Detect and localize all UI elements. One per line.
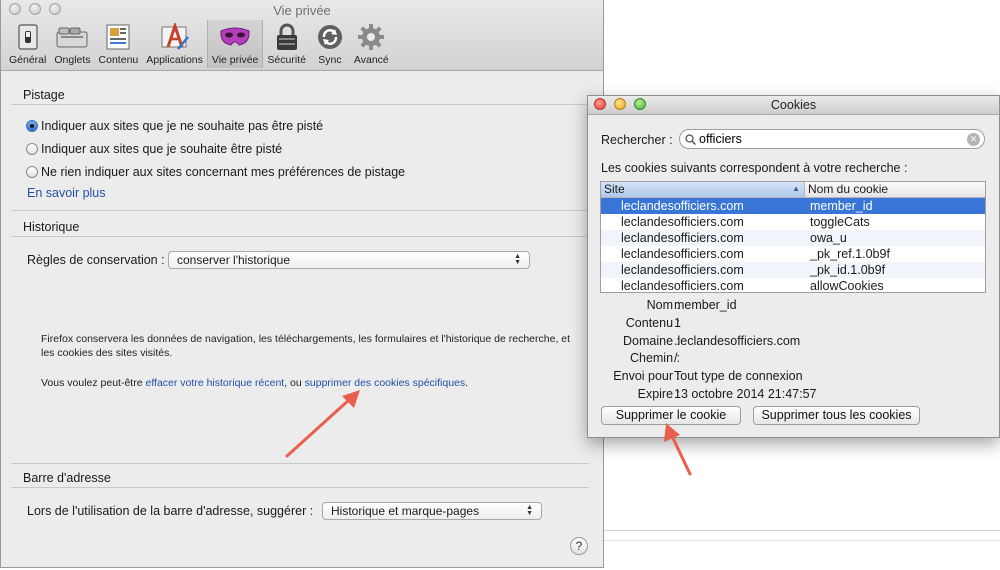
general-switch-icon xyxy=(12,22,44,52)
addressbar-section-title: Barre d'adresse xyxy=(23,471,111,485)
gear-icon xyxy=(355,22,387,52)
tab-sync[interactable]: Sync xyxy=(310,20,350,68)
cookies-table: Site ▲ Nom du cookie leclandesofficiers.c… xyxy=(600,181,986,293)
tracking-option-no-preference[interactable]: Ne rien indiquer aux sites concernant me… xyxy=(26,165,405,179)
cookie-site-cell: leclandesofficiers.com xyxy=(621,263,744,277)
cookies-window: Cookies Rechercher : ✕ Les cookies suiva… xyxy=(587,95,1000,438)
detail-key: Chemin : xyxy=(629,351,680,365)
history-hint: Vous voulez peut-être effacer votre hist… xyxy=(41,377,469,389)
search-icon xyxy=(685,133,696,145)
detail-value: 1 xyxy=(674,316,681,330)
prefs-titlebar: Vie privée Général Onglets Contenu Appli… xyxy=(1,0,603,71)
column-header-cookie-name[interactable]: Nom du cookie xyxy=(805,182,985,197)
detail-value: .leclandesofficiers.com xyxy=(674,334,801,348)
padlock-icon xyxy=(271,22,303,52)
tabs-icon xyxy=(56,22,88,52)
cookie-name-cell: toggleCats xyxy=(810,215,870,229)
search-label: Rechercher : xyxy=(601,133,673,147)
cookie-search-field[interactable]: ✕ xyxy=(679,129,985,149)
prefs-window-title: Vie privée xyxy=(273,3,331,18)
sort-ascending-icon: ▲ xyxy=(792,184,800,193)
cookie-site-cell: leclandesofficiers.com xyxy=(621,279,744,293)
clear-search-icon[interactable]: ✕ xyxy=(967,132,980,146)
tab-applications[interactable]: Applications xyxy=(142,20,207,68)
cookie-name-cell: _pk_id.1.0b9f xyxy=(810,263,886,277)
background-line xyxy=(604,530,1000,531)
section-divider xyxy=(11,236,589,237)
history-rules-label: Règles de conservation : xyxy=(27,253,165,267)
section-divider xyxy=(11,463,589,464)
history-section-title: Historique xyxy=(23,220,80,234)
applications-icon xyxy=(159,22,191,52)
tracking-option-do-not-track[interactable]: Indiquer aux sites que je ne souhaite pa… xyxy=(26,119,323,133)
cookie-site-cell: leclandesofficiers.com xyxy=(621,215,744,229)
detail-value: 13 octobre 2014 21:47:57 xyxy=(674,387,817,401)
section-divider xyxy=(11,104,589,105)
history-rules-select[interactable]: conserver l'historique ▲ ▼ xyxy=(168,251,530,269)
delete-cookie-button[interactable]: Supprimer le cookie xyxy=(601,406,741,425)
cookie-site-cell: leclandesofficiers.com xyxy=(621,199,744,213)
tab-content[interactable]: Contenu xyxy=(95,20,143,68)
cookie-detail-row: Envoi pour : Tout type de connexion xyxy=(588,369,1000,385)
help-button[interactable]: ? xyxy=(570,537,588,555)
cookies-window-title: Cookies xyxy=(770,98,817,112)
tab-advanced[interactable]: Avancé xyxy=(350,20,393,68)
table-row[interactable]: leclandesofficiers.com owa_u xyxy=(601,230,985,246)
table-body: leclandesofficiers.com member_id leclandes… xyxy=(601,198,985,293)
addressbar-suggest-label: Lors de l'utilisation de la barre d'adre… xyxy=(27,504,314,518)
radio-button[interactable] xyxy=(26,143,38,155)
cookie-name-cell: member_id xyxy=(810,199,873,213)
cookie-detail-row: Nom : member_id xyxy=(588,298,1000,314)
table-header: Site ▲ Nom du cookie xyxy=(601,182,985,198)
table-row[interactable]: leclandesofficiers.com allowCookies xyxy=(601,278,985,293)
section-divider xyxy=(11,210,589,211)
cookie-name-cell: _pk_ref.1.0b9f xyxy=(810,247,890,261)
content-icon xyxy=(102,22,134,52)
clear-recent-history-link[interactable]: effacer votre historique récent xyxy=(145,377,284,389)
addressbar-suggest-select[interactable]: Historique et marque-pages ▲ ▼ xyxy=(322,502,542,520)
cookies-titlebar: Cookies xyxy=(588,96,999,115)
cookie-detail-row: Contenu :1 xyxy=(588,316,1000,332)
remove-specific-cookies-link[interactable]: supprimer des cookies spécifiques xyxy=(305,377,466,389)
section-divider xyxy=(11,487,589,488)
select-arrows-icon: ▲ ▼ xyxy=(526,504,533,517)
cookie-name-cell: allowCookies xyxy=(810,279,884,293)
cookie-name-cell: owa_u xyxy=(810,231,847,245)
background-line xyxy=(604,540,1000,541)
radio-button[interactable] xyxy=(26,166,38,178)
table-row[interactable]: leclandesofficiers.com toggleCats xyxy=(601,214,985,230)
prefs-toolbar: Général Onglets Contenu Applications Vie… xyxy=(5,20,393,68)
column-header-site[interactable]: Site ▲ xyxy=(601,182,805,197)
tab-general[interactable]: Général xyxy=(5,20,50,68)
detail-value: member_id xyxy=(674,298,737,312)
cookie-detail-row: Domaine : .leclandesofficiers.com xyxy=(588,334,1000,350)
detail-key: Envoi pour : xyxy=(613,369,680,383)
tracking-section-title: Pistage xyxy=(23,88,65,102)
detail-key: Contenu : xyxy=(625,316,680,330)
cookie-site-cell: leclandesofficiers.com xyxy=(621,247,744,261)
tab-privacy[interactable]: Vie privée xyxy=(206,20,264,68)
detail-key: Domaine : xyxy=(623,334,680,348)
detail-value: Tout type de connexion xyxy=(674,369,803,383)
cookie-detail-row: Expire :13 octobre 2014 21:47:57 xyxy=(588,387,1000,403)
select-arrows-icon: ▲ ▼ xyxy=(514,253,521,266)
preferences-window: Vie privée Général Onglets Contenu Appli… xyxy=(0,0,604,568)
history-description: Firefox conservera les données de naviga… xyxy=(41,333,571,359)
learn-more-link[interactable]: En savoir plus xyxy=(27,186,106,200)
tab-tabs[interactable]: Onglets xyxy=(50,20,94,68)
delete-all-cookies-button[interactable]: Supprimer tous les cookies xyxy=(753,406,920,425)
tab-security[interactable]: Sécurité xyxy=(263,20,310,68)
table-row[interactable]: leclandesofficiers.com _pk_id.1.0b9f xyxy=(601,262,985,278)
privacy-mask-icon xyxy=(219,22,251,52)
sync-icon xyxy=(314,22,346,52)
search-input[interactable] xyxy=(699,132,967,146)
cookie-site-cell: leclandesofficiers.com xyxy=(621,231,744,245)
tracking-option-track[interactable]: Indiquer aux sites que je souhaite être … xyxy=(26,142,282,156)
cookie-detail-row: Chemin : / xyxy=(588,351,1000,367)
detail-value: / xyxy=(674,351,678,365)
radio-button[interactable] xyxy=(26,120,38,132)
table-row[interactable]: leclandesofficiers.com member_id xyxy=(601,198,985,214)
results-label: Les cookies suivants correspondent à vot… xyxy=(601,161,908,175)
table-row[interactable]: leclandesofficiers.com _pk_ref.1.0b9f xyxy=(601,246,985,262)
